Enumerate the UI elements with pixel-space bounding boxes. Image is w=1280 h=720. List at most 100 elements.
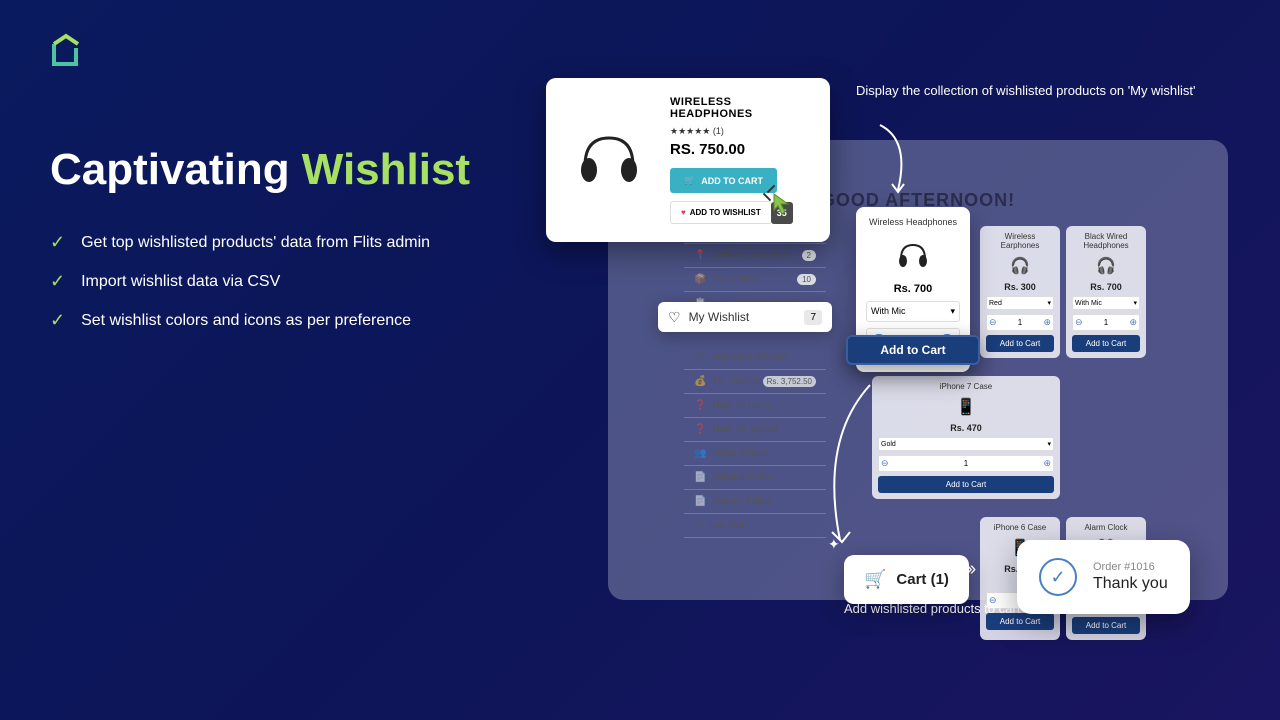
- menu-icon: ❓: [694, 424, 706, 435]
- grid-card: iPhone 7 Case📱Rs. 470Gold▾⊖1⊕Add to Cart: [872, 376, 1060, 499]
- variant-select[interactable]: Red▾: [986, 296, 1054, 310]
- product-price: RS. 750.00: [670, 141, 812, 158]
- spark-icon: ✦: [828, 536, 840, 553]
- check-icon: ✓: [50, 310, 65, 331]
- feature-list: ✓ Get top wishlisted products' data from …: [50, 232, 430, 349]
- card-name: Wireless Earphones: [986, 232, 1054, 250]
- sidebar-item[interactable]: 📦 My Orders10: [684, 268, 826, 292]
- featured-price: Rs. 700: [866, 283, 960, 295]
- sidebar-label: Return Policy: [712, 496, 816, 507]
- menu-icon: ↪: [694, 520, 702, 531]
- add-to-cart-button[interactable]: Add to Cart: [878, 476, 1054, 493]
- card-price: Rs. 470: [878, 423, 1054, 433]
- featured-image: [866, 233, 960, 277]
- featured-name: Wireless Headphones: [866, 217, 960, 227]
- title-accent: Wishlist: [302, 145, 470, 194]
- product-rating: ★★★★★ (1): [670, 126, 812, 137]
- card-name: Black Wired Headphones: [1072, 232, 1140, 250]
- sidebar-label: Refer Friend: [712, 448, 816, 459]
- card-price: Rs. 700: [1072, 282, 1140, 292]
- menu-icon: 👁: [694, 352, 707, 363]
- variant-select[interactable]: Gold▾: [878, 437, 1054, 451]
- check-icon: ✓: [50, 232, 65, 253]
- feature-text: Get top wishlisted products' data from F…: [81, 234, 430, 252]
- grid-card: Black Wired Headphones 🎧 Rs. 700 With Mic▾ ⊖…: [1066, 226, 1146, 358]
- sidebar-item[interactable]: 👥 Refer Friend: [684, 442, 826, 466]
- card-image: 🎧: [1072, 254, 1140, 278]
- feature-item: ✓ Import wishlist data via CSV: [50, 271, 430, 292]
- sidebar-badge: 2: [802, 250, 816, 261]
- sidebar-item[interactable]: 📄 Refund Policy: [684, 466, 826, 490]
- feature-text: Import wishlist data via CSV: [81, 273, 280, 291]
- add-to-cart-button[interactable]: Add to Cart: [1072, 335, 1140, 352]
- sidebar-label: Recently Viewed: [713, 352, 816, 363]
- qty-value: 1: [1104, 318, 1108, 327]
- sidebar-item[interactable]: 💰My CreditsRs. 3,752.50: [684, 370, 826, 394]
- wishlist-label: My Wishlist: [689, 310, 805, 324]
- sidebar-item[interactable]: ❓ How To Earn: [684, 394, 826, 418]
- brand-logo: [50, 32, 82, 73]
- add-to-cart-button[interactable]: 🛒ADD TO CART: [670, 168, 777, 193]
- title-part1: Captivating: [50, 145, 302, 194]
- qty-minus-button[interactable]: ⊖: [1075, 317, 1083, 328]
- product-image: [564, 96, 654, 224]
- qty-plus-button[interactable]: ⊕: [1129, 317, 1137, 328]
- page-title: Captivating Wishlist: [50, 145, 470, 195]
- sidebar-item[interactable]: 📍 Delivery Address2: [684, 244, 826, 268]
- menu-icon: 👥: [694, 448, 706, 459]
- sidebar-item[interactable]: ❓ How To Spend: [684, 418, 826, 442]
- sidebar-label: My Credits: [712, 376, 762, 387]
- thank-you-text: Thank you: [1093, 575, 1168, 593]
- sidebar-label: Delivery Address: [712, 250, 801, 261]
- add-to-wishlist-button[interactable]: ♥ADD TO WISHLIST35: [670, 201, 772, 224]
- caption-display-wishlist: Display the collection of wishlisted pro…: [856, 82, 1196, 100]
- featured-variant-select[interactable]: With Mic▾: [866, 301, 960, 322]
- sidebar-item[interactable]: 👁 Recently Viewed: [684, 346, 826, 370]
- menu-icon: 📄: [694, 496, 706, 507]
- qty-minus-button[interactable]: ⊖: [989, 317, 997, 328]
- card-name: Alarm Clock: [1072, 523, 1140, 532]
- card-name: iPhone 7 Case: [878, 382, 1054, 391]
- cursor-pointer-icon: [770, 192, 796, 225]
- menu-icon: ❓: [694, 400, 706, 411]
- check-icon: ✓: [50, 271, 65, 292]
- add-to-cart-button[interactable]: Add to Cart: [986, 335, 1054, 352]
- card-price: Rs. 300: [986, 282, 1054, 292]
- heart-icon: ♥: [681, 208, 686, 217]
- menu-icon: 📦: [694, 274, 706, 285]
- cart-label: Cart (1): [896, 571, 949, 588]
- qty-value: 1: [964, 459, 968, 468]
- order-id: Order #1016: [1093, 561, 1168, 573]
- menu-icon: 📄: [694, 472, 706, 483]
- variant-select[interactable]: With Mic▾: [1072, 296, 1140, 310]
- sidebar-label: How To Earn: [712, 400, 816, 411]
- check-circle-icon: ✓: [1039, 558, 1077, 596]
- feature-item: ✓ Get top wishlisted products' data from …: [50, 232, 430, 253]
- product-title: WIRELESS HEADPHONES: [670, 96, 812, 120]
- wishlist-count-badge: 7: [804, 310, 822, 325]
- heart-icon: ♡: [668, 309, 681, 326]
- qty-value: 1: [1018, 318, 1022, 327]
- order-confirmation-card: ✓ Order #1016 Thank you: [1017, 540, 1190, 614]
- qty-plus-button[interactable]: ⊕: [1043, 458, 1051, 469]
- sidebar-label: Log Out: [708, 520, 816, 531]
- sidebar-label: How To Spend: [712, 424, 816, 435]
- sidebar-item[interactable]: ↪ Log Out: [684, 514, 826, 538]
- arrow-icon: [810, 380, 890, 550]
- sidebar-badge: 10: [797, 274, 816, 285]
- card-image: 📱: [878, 395, 1054, 419]
- menu-icon: 📍: [694, 250, 706, 261]
- sidebar-item-wishlist[interactable]: ♡ My Wishlist 7: [658, 302, 832, 332]
- cart-icon: 🛒: [864, 569, 886, 590]
- cart-pill[interactable]: 🛒 Cart (1): [844, 555, 969, 604]
- add-to-cart-button[interactable]: Add to Cart: [1072, 617, 1140, 634]
- grid-card: Wireless Earphones🎧Rs. 300Red▾⊖1⊕Add to …: [980, 226, 1060, 358]
- card-name: iPhone 6 Case: [986, 523, 1054, 532]
- sidebar-badge: Rs. 3,752.50: [763, 376, 816, 387]
- account-sidebar: 👤My Profile📍Delivery Address2📦My Orders1…: [684, 220, 826, 538]
- sidebar-label: My Orders: [712, 274, 797, 285]
- featured-add-to-cart-button[interactable]: Add to Cart: [846, 335, 980, 365]
- sidebar-item[interactable]: 📄 Return Policy: [684, 490, 826, 514]
- qty-plus-button[interactable]: ⊕: [1043, 317, 1051, 328]
- sidebar-label: Refund Policy: [712, 472, 816, 483]
